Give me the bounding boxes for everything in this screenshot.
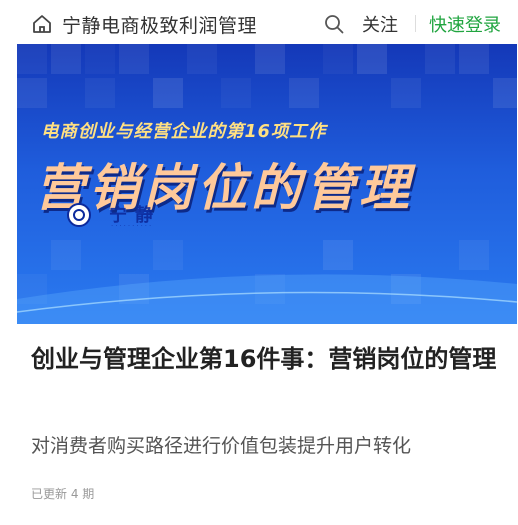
watermark-logo-icon [67, 203, 91, 227]
watermark-url-decoration: ·········· [111, 222, 154, 230]
top-bar: 宁静电商极致利润管理 关注 快速登录 [0, 0, 518, 46]
column-title[interactable]: 宁静电商极致利润管理 [62, 11, 257, 38]
search-icon[interactable] [323, 13, 345, 35]
article-title[interactable]: 创业与管理企业第16件事：营销岗位的管理 [31, 340, 501, 378]
update-status: 已更新 4 期 [31, 487, 95, 501]
home-icon[interactable] [31, 13, 53, 35]
article-description: 对消费者购买路径进行价值包装提升用户转化 [31, 435, 412, 457]
header-divider [415, 15, 416, 32]
banner-subtitle: 电商创业与经营企业的第16项工作 [41, 122, 327, 142]
follow-button[interactable]: 关注 [362, 11, 398, 37]
quick-login-button[interactable]: 快速登录 [429, 11, 501, 37]
course-banner-image[interactable]: 电商创业与经营企业的第16项工作 营销岗位的管理 宁静 ·········· [17, 44, 517, 324]
